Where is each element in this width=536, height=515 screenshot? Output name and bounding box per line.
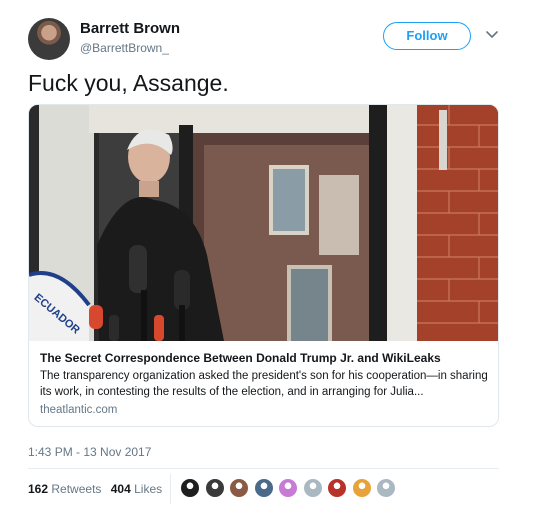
author-handle[interactable]: @BarrettBrown_	[80, 41, 169, 55]
tweet-text: Fuck you, Assange.	[28, 70, 229, 96]
card-domain[interactable]: theatlantic.com	[40, 404, 117, 416]
retweets-count: 162	[28, 482, 49, 496]
likes-stat[interactable]: 404 Likes	[111, 482, 162, 496]
liker-avatar[interactable]	[204, 478, 225, 498]
card-description: The transparency organization asked the …	[40, 370, 488, 398]
likes-label: Likes	[134, 482, 163, 496]
divider	[28, 468, 499, 469]
liker-avatar[interactable]	[180, 478, 200, 498]
liker-avatar[interactable]	[229, 478, 249, 498]
tweet: Barrett Brown @BarrettBrown_ Follow Fuck…	[0, 0, 536, 515]
liker-avatar[interactable]	[302, 478, 323, 498]
card-image[interactable]: ECUADOR	[29, 105, 498, 341]
stats-separator	[170, 474, 171, 504]
liker-avatar[interactable]	[253, 478, 274, 498]
liker-avatar[interactable]	[351, 478, 372, 498]
liker-avatar[interactable]	[327, 478, 347, 498]
author-display-name[interactable]: Barrett Brown	[80, 20, 180, 37]
liker-avatar[interactable]	[376, 478, 396, 498]
retweets-label: Retweets	[51, 482, 102, 496]
retweets-stat[interactable]: 162 Retweets	[28, 482, 101, 496]
tweet-timestamp[interactable]: 1:43 PM - 13 Nov 2017	[28, 445, 151, 459]
card-title[interactable]: The Secret Correspondence Between Donald…	[40, 351, 490, 365]
chevron-down-icon[interactable]	[484, 28, 500, 42]
follow-button[interactable]: Follow	[383, 22, 471, 50]
tweet-stats: 162 Retweets 404 Likes	[28, 482, 162, 496]
liker-avatars	[180, 478, 401, 500]
link-card[interactable]: ECUADOR The Secret Correspondence Betwee…	[28, 104, 499, 427]
author-avatar[interactable]	[28, 18, 70, 60]
liker-avatar[interactable]	[278, 478, 298, 498]
likes-count: 404	[110, 482, 131, 496]
